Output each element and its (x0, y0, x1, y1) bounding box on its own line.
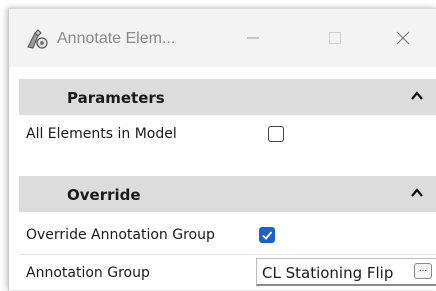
minimize-button[interactable] (233, 23, 273, 53)
close-button[interactable] (383, 23, 423, 53)
all-elements-row: All Elements in Model (19, 116, 436, 152)
annotate-elements-dialog: Annotate Elem... Parameters All Elements… (8, 8, 436, 290)
minimize-icon (247, 37, 259, 39)
chevron-up-icon[interactable] (411, 91, 423, 101)
annotation-group-value: CL Stationing Flip (262, 264, 394, 282)
annotation-group-field[interactable]: CL Stationing Flip ... (256, 258, 436, 286)
chevron-up-icon[interactable] (411, 188, 423, 198)
browse-button[interactable]: ... (414, 263, 432, 279)
override-annotation-group-checkbox[interactable] (259, 227, 275, 243)
parameters-section-header[interactable]: Parameters (19, 79, 436, 115)
checkmark-icon (262, 231, 273, 240)
all-elements-label: All Elements in Model (26, 126, 177, 142)
parameters-section-title: Parameters (67, 89, 165, 107)
all-elements-checkbox[interactable] (268, 126, 284, 142)
annotation-group-label: Annotation Group (26, 265, 150, 281)
maximize-icon (329, 32, 341, 44)
title-bar[interactable]: Annotate Elem... (9, 9, 436, 67)
override-annotation-group-row: Override Annotation Group (19, 217, 436, 253)
override-section-header[interactable]: Override (19, 176, 436, 212)
close-icon (396, 31, 410, 45)
maximize-button[interactable] (315, 23, 355, 53)
window-title: Annotate Elem... (57, 30, 176, 47)
override-section-title: Override (67, 186, 141, 204)
annotation-group-row: Annotation Group CL Stationing Flip ... (19, 254, 436, 291)
annotate-tool-icon (27, 29, 48, 49)
override-annotation-group-label: Override Annotation Group (26, 227, 215, 243)
dialog-content: Parameters All Elements in Model Overrid… (9, 67, 436, 290)
